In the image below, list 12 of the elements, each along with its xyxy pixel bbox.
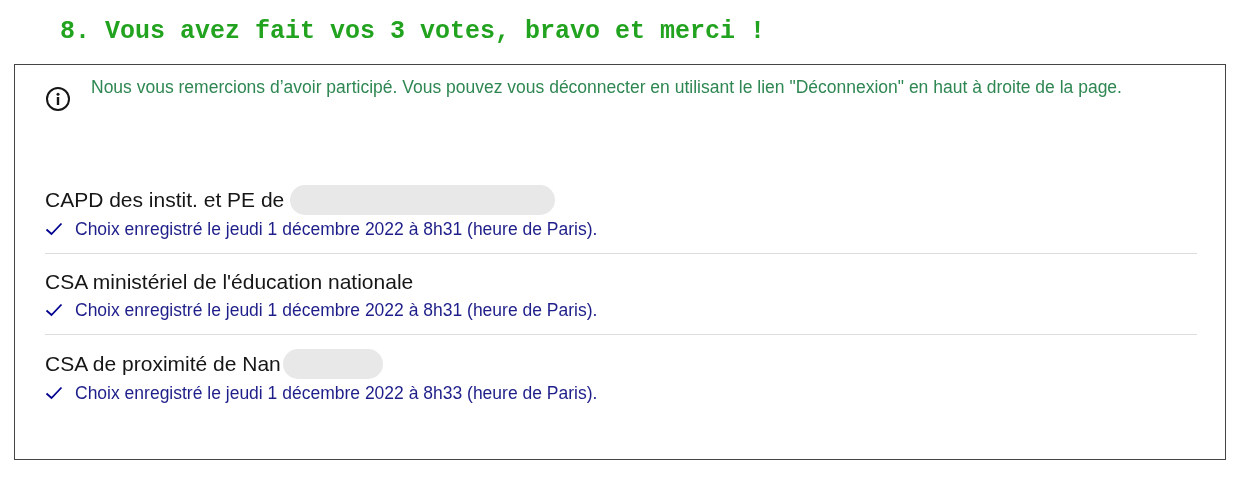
notice-text: Nous vous remercions d’avoir participé. Vous pouvez vous déconnecter en utilisant le lien "Déconnexion" en haut à droite de la page. bbox=[91, 76, 1122, 99]
check-icon bbox=[45, 222, 63, 236]
vote-title: CSA ministériel de l'éducation nationale bbox=[45, 269, 414, 295]
vote-status: Choix enregistré le jeudi 1 décembre 2022 à 8h33 (heure de Paris). bbox=[75, 382, 598, 405]
check-icon bbox=[45, 303, 63, 317]
vote-title: CSA de proximité de Nan bbox=[45, 351, 281, 377]
vote-status: Choix enregistré le jeudi 1 décembre 2022 à 8h31 (heure de Paris). bbox=[75, 299, 598, 322]
check-icon bbox=[45, 386, 63, 400]
vote-title: CAPD des instit. et PE de bbox=[45, 187, 285, 213]
vote-status: Choix enregistré le jeudi 1 décembre 2022 à 8h31 (heure de Paris). bbox=[75, 218, 598, 241]
page-heading: 8. Vous avez fait vos 3 votes, bravo et merci ! bbox=[60, 16, 767, 48]
info-icon bbox=[45, 86, 71, 112]
